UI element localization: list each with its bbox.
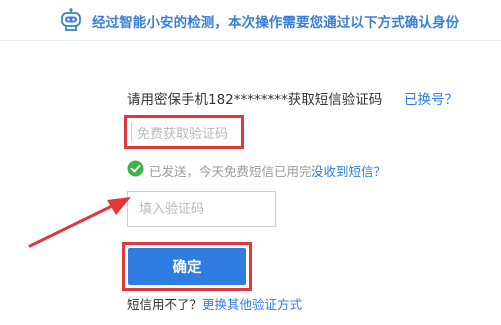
verification-header: 经过智能小安的检测，本次操作需要您通过以下方式确认身份 <box>0 0 501 41</box>
get-free-code-label: 免费获取验证码 <box>137 126 229 142</box>
sent-status-text: 已发送，今天免费短信已用完 <box>149 164 312 179</box>
not-received-link[interactable]: 没收到短信？ <box>311 161 386 180</box>
verification-code-input[interactable] <box>127 191 276 227</box>
robot-icon <box>61 8 81 31</box>
sms-prompt: 请用密保手机182********获取短信验证码 <box>127 92 383 108</box>
other-methods-link[interactable]: 更换其他验证方式 <box>202 297 302 312</box>
header-message: 经过智能小安的检测，本次操作需要您通过以下方式确认身份 <box>92 15 460 31</box>
get-free-code-button[interactable]: 免费获取验证码 <box>124 115 244 149</box>
input-caret <box>131 122 132 142</box>
footer-links: 短信用不了？更换其他验证方式 <box>127 294 302 313</box>
check-circle-icon <box>127 160 144 177</box>
sms-unavailable-text: 短信用不了？ <box>127 297 203 312</box>
change-number-link[interactable]: 已换号？ <box>404 88 458 108</box>
confirm-button[interactable]: 确定 <box>128 248 246 285</box>
